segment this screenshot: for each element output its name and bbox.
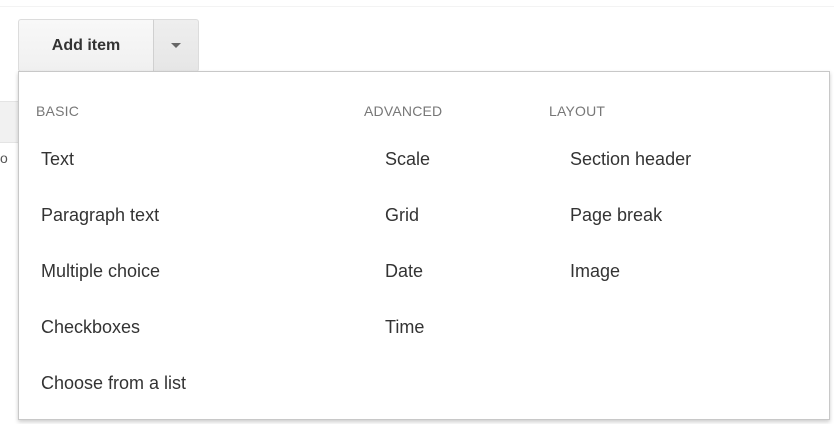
menu-item-time[interactable]: Time bbox=[364, 305, 549, 349]
menu-header-basic: BASIC bbox=[36, 103, 80, 119]
menu-item-grid[interactable]: Grid bbox=[364, 193, 549, 237]
background-partial-text: o bbox=[0, 150, 8, 166]
add-item-menu: BASIC Text Paragraph text Multiple choic… bbox=[18, 71, 830, 420]
menu-item-text[interactable]: Text bbox=[19, 137, 364, 181]
menu-item-paragraph-text[interactable]: Paragraph text bbox=[19, 193, 364, 237]
menu-item-choose-from-list[interactable]: Choose from a list bbox=[19, 361, 364, 405]
background-divider bbox=[0, 6, 834, 7]
caret-down-icon bbox=[171, 43, 181, 48]
add-item-split-button: Add item bbox=[18, 19, 199, 72]
menu-header-layout: LAYOUT bbox=[549, 103, 606, 119]
menu-item-date[interactable]: Date bbox=[364, 249, 549, 293]
menu-item-image[interactable]: Image bbox=[549, 249, 829, 293]
add-item-button[interactable]: Add item bbox=[18, 19, 154, 72]
menu-item-section-header[interactable]: Section header bbox=[549, 137, 829, 181]
menu-item-scale[interactable]: Scale bbox=[364, 137, 549, 181]
menu-header-advanced: ADVANCED bbox=[364, 103, 443, 119]
form-editor-stage: o Add item BASIC Text Paragraph text Mul… bbox=[0, 0, 834, 424]
add-item-dropdown-button[interactable] bbox=[154, 19, 199, 72]
menu-item-checkboxes[interactable]: Checkboxes bbox=[19, 305, 364, 349]
menu-item-multiple-choice[interactable]: Multiple choice bbox=[19, 249, 364, 293]
menu-item-page-break[interactable]: Page break bbox=[549, 193, 829, 237]
